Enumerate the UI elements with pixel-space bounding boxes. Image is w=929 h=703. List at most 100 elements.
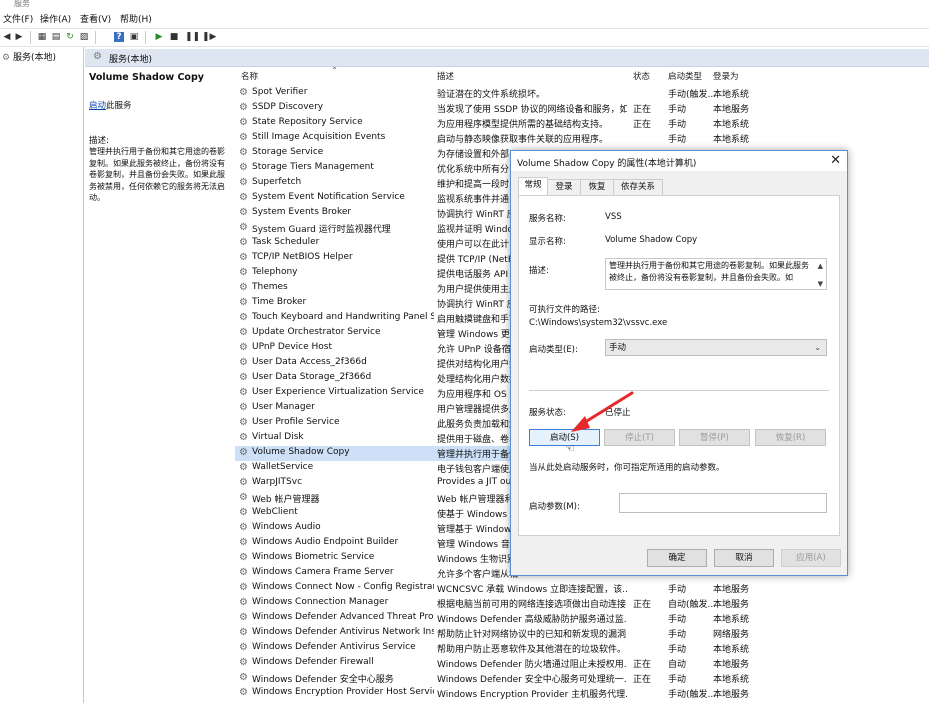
- back-icon[interactable]: ◀: [2, 32, 12, 42]
- stop-button[interactable]: 停止(T): [604, 429, 675, 446]
- gear-icon: ⚙: [239, 297, 248, 308]
- service-status: 正在: [633, 105, 652, 115]
- start-service-link[interactable]: 启动: [89, 101, 106, 111]
- menu-bar: 文件(F) 操作(A) 查看(V) 帮助(H): [0, 10, 929, 26]
- help-icon[interactable]: ?: [114, 32, 124, 42]
- close-icon[interactable]: ✕: [830, 153, 841, 168]
- table-row[interactable]: ⚙ Windows Connection Manager 根据电脑当前可用的网络连接…: [235, 596, 765, 611]
- table-row[interactable]: ⚙ Windows Defender Antivirus Network Ins.…: [235, 626, 765, 641]
- service-name: Storage Service: [252, 147, 324, 157]
- column-header-startup-type[interactable]: 启动类型: [668, 70, 702, 82]
- service-name: Volume Shadow Copy: [252, 447, 350, 457]
- tab-dependencies[interactable]: 依存关系: [613, 179, 663, 195]
- service-title: Volume Shadow Copy: [89, 72, 204, 83]
- dialog-titlebar[interactable]: Volume Shadow Copy 的属性(本地计算机) ✕: [511, 151, 847, 171]
- tree-item-label: 服务(本地): [12, 53, 56, 63]
- service-name: Task Scheduler: [252, 237, 320, 247]
- startup-type-value: 手动: [609, 343, 627, 353]
- service-status: 正在: [633, 660, 652, 670]
- service-name: Windows Audio Endpoint Builder: [252, 537, 399, 547]
- menu-help[interactable]: 帮助(H): [120, 12, 152, 25]
- service-name: System Event Notification Service: [252, 192, 405, 202]
- service-startup-type: 自动: [668, 660, 687, 670]
- restart-icon[interactable]: ❚▶: [202, 32, 216, 42]
- ok-button[interactable]: 确定: [647, 549, 707, 567]
- tab-recovery[interactable]: 恢复: [580, 179, 614, 195]
- play-icon[interactable]: ▶: [154, 32, 164, 42]
- table-row[interactable]: ⚙ Spot Verifier 验证潜在的文件系统损坏。 手动(触发... 本地系统: [235, 86, 765, 101]
- service-logon: 网络服务: [713, 630, 750, 640]
- gear-icon: ⚙: [239, 507, 248, 518]
- view-icon[interactable]: ▣: [129, 32, 139, 42]
- scroll-up-icon[interactable]: ▲: [818, 260, 823, 272]
- service-name: Windows Defender Antivirus Network Ins..…: [252, 627, 434, 637]
- dialog-title: Volume Shadow Copy 的属性(本地计算机): [517, 159, 697, 169]
- console-tree-icon[interactable]: ▦: [37, 32, 47, 42]
- service-description: WCNCSVC 承载 Windows 立即连接配置，该...: [437, 585, 627, 595]
- startup-type-label: 启动类型(E):: [529, 345, 578, 355]
- service-startup-type: 手动(触发...: [668, 90, 717, 100]
- gear-icon: ⚙: [239, 222, 248, 233]
- description-textbox[interactable]: 管理并执行用于备份和其它用途的卷影复制。如果此服务被终止，备份将没有卷影复制，并…: [605, 258, 827, 290]
- forward-icon[interactable]: ▶: [14, 32, 24, 42]
- services-header: ⚙ 服务(本地): [85, 49, 929, 67]
- column-header-logon[interactable]: 登录为: [713, 70, 739, 82]
- pause-icon[interactable]: ❚❚: [185, 32, 200, 42]
- column-header-status[interactable]: 状态: [633, 70, 650, 82]
- gear-icon: ⚙: [239, 147, 248, 158]
- service-description: 根据电脑当前可用的网络连接选项做出自动连接...: [437, 600, 627, 610]
- service-name: Web 帐户管理器: [252, 495, 320, 505]
- tree-item-services-local[interactable]: ⚙ 服务(本地): [2, 50, 56, 63]
- cancel-button[interactable]: 取消: [714, 549, 774, 567]
- refresh-icon[interactable]: ↻: [65, 32, 75, 42]
- table-row[interactable]: ⚙ SSDP Discovery 当发现了使用 SSDP 协议的网络设备和服务，如.…: [235, 101, 765, 116]
- properties-dialog: Volume Shadow Copy 的属性(本地计算机) ✕ 常规 登录 恢复…: [510, 150, 848, 576]
- table-row[interactable]: ⚙ Windows Encryption Provider Host Servic…: [235, 686, 765, 701]
- service-name: UPnP Device Host: [252, 342, 332, 352]
- table-row[interactable]: ⚙ Windows Connect Now - Config Registrar W…: [235, 581, 765, 596]
- service-description: Windows Defender 防火墙通过阻止未授权用...: [437, 660, 627, 670]
- start-params-input[interactable]: [619, 493, 827, 513]
- table-row[interactable]: ⚙ State Repository Service 为应用程序模型提供所需的基础结…: [235, 116, 765, 131]
- stop-icon[interactable]: ■: [169, 32, 179, 42]
- table-row[interactable]: ⚙ Windows Defender Firewall Windows Defend…: [235, 656, 765, 671]
- service-name: Spot Verifier: [252, 87, 308, 97]
- startup-type-select[interactable]: 手动 ⌄: [605, 339, 827, 356]
- gear-icon: ⚙: [239, 132, 248, 143]
- toolbar: ◀ ▶ ▦ ▤ ↻ ▨ ? ▣ ▶ ■ ❚❚ ❚▶: [0, 28, 929, 47]
- service-startup-type: 手动: [668, 135, 687, 145]
- service-logon: 本地服务: [713, 105, 750, 115]
- service-name: User Data Access_2f366d: [252, 357, 367, 367]
- table-row[interactable]: ⚙ Windows Defender 安全中心服务 Windows Defender…: [235, 671, 765, 686]
- service-name: SSDP Discovery: [252, 102, 324, 112]
- path-label: 可执行文件的路径:: [529, 305, 600, 315]
- menu-file[interactable]: 文件(F): [3, 12, 33, 25]
- service-name: System Events Broker: [252, 207, 352, 217]
- column-header-description[interactable]: 描述: [437, 70, 454, 82]
- scroll-down-icon[interactable]: ▼: [818, 278, 823, 289]
- service-name: Windows Defender Firewall: [252, 657, 374, 667]
- service-description: Windows Encryption Provider 主机服务代理...: [437, 690, 627, 700]
- gear-icon: ⚙: [239, 627, 248, 638]
- apply-button[interactable]: 应用(A): [781, 549, 841, 567]
- service-name: Update Orchestrator Service: [252, 327, 381, 337]
- tab-general[interactable]: 常规: [518, 177, 548, 195]
- gear-icon: ⚙: [239, 372, 248, 383]
- table-row[interactable]: ⚙ Windows Defender Advanced Threat Prot..…: [235, 611, 765, 626]
- table-row[interactable]: ⚙ Still Image Acquisition Events 启动与静态映像获取…: [235, 131, 765, 146]
- tab-logon[interactable]: 登录: [547, 179, 581, 195]
- window-title: 服务: [0, 0, 929, 8]
- service-logon: 本地系统: [713, 645, 750, 655]
- gear-icon: ⚙: [239, 492, 248, 503]
- column-header-name[interactable]: 名称: [241, 70, 258, 82]
- export-icon[interactable]: ▨: [79, 32, 89, 42]
- resume-button[interactable]: 恢复(R): [755, 429, 826, 446]
- menu-action[interactable]: 操作(A): [40, 12, 71, 25]
- service-name: Still Image Acquisition Events: [252, 132, 386, 142]
- service-name: WarpJITSvc: [252, 477, 303, 487]
- menu-view[interactable]: 查看(V): [80, 12, 111, 25]
- service-logon: 本地系统: [713, 615, 750, 625]
- table-row[interactable]: ⚙ Windows Defender Antivirus Service 帮助用户防…: [235, 641, 765, 656]
- pause-button[interactable]: 暂停(P): [679, 429, 750, 446]
- properties-icon[interactable]: ▤: [51, 32, 61, 42]
